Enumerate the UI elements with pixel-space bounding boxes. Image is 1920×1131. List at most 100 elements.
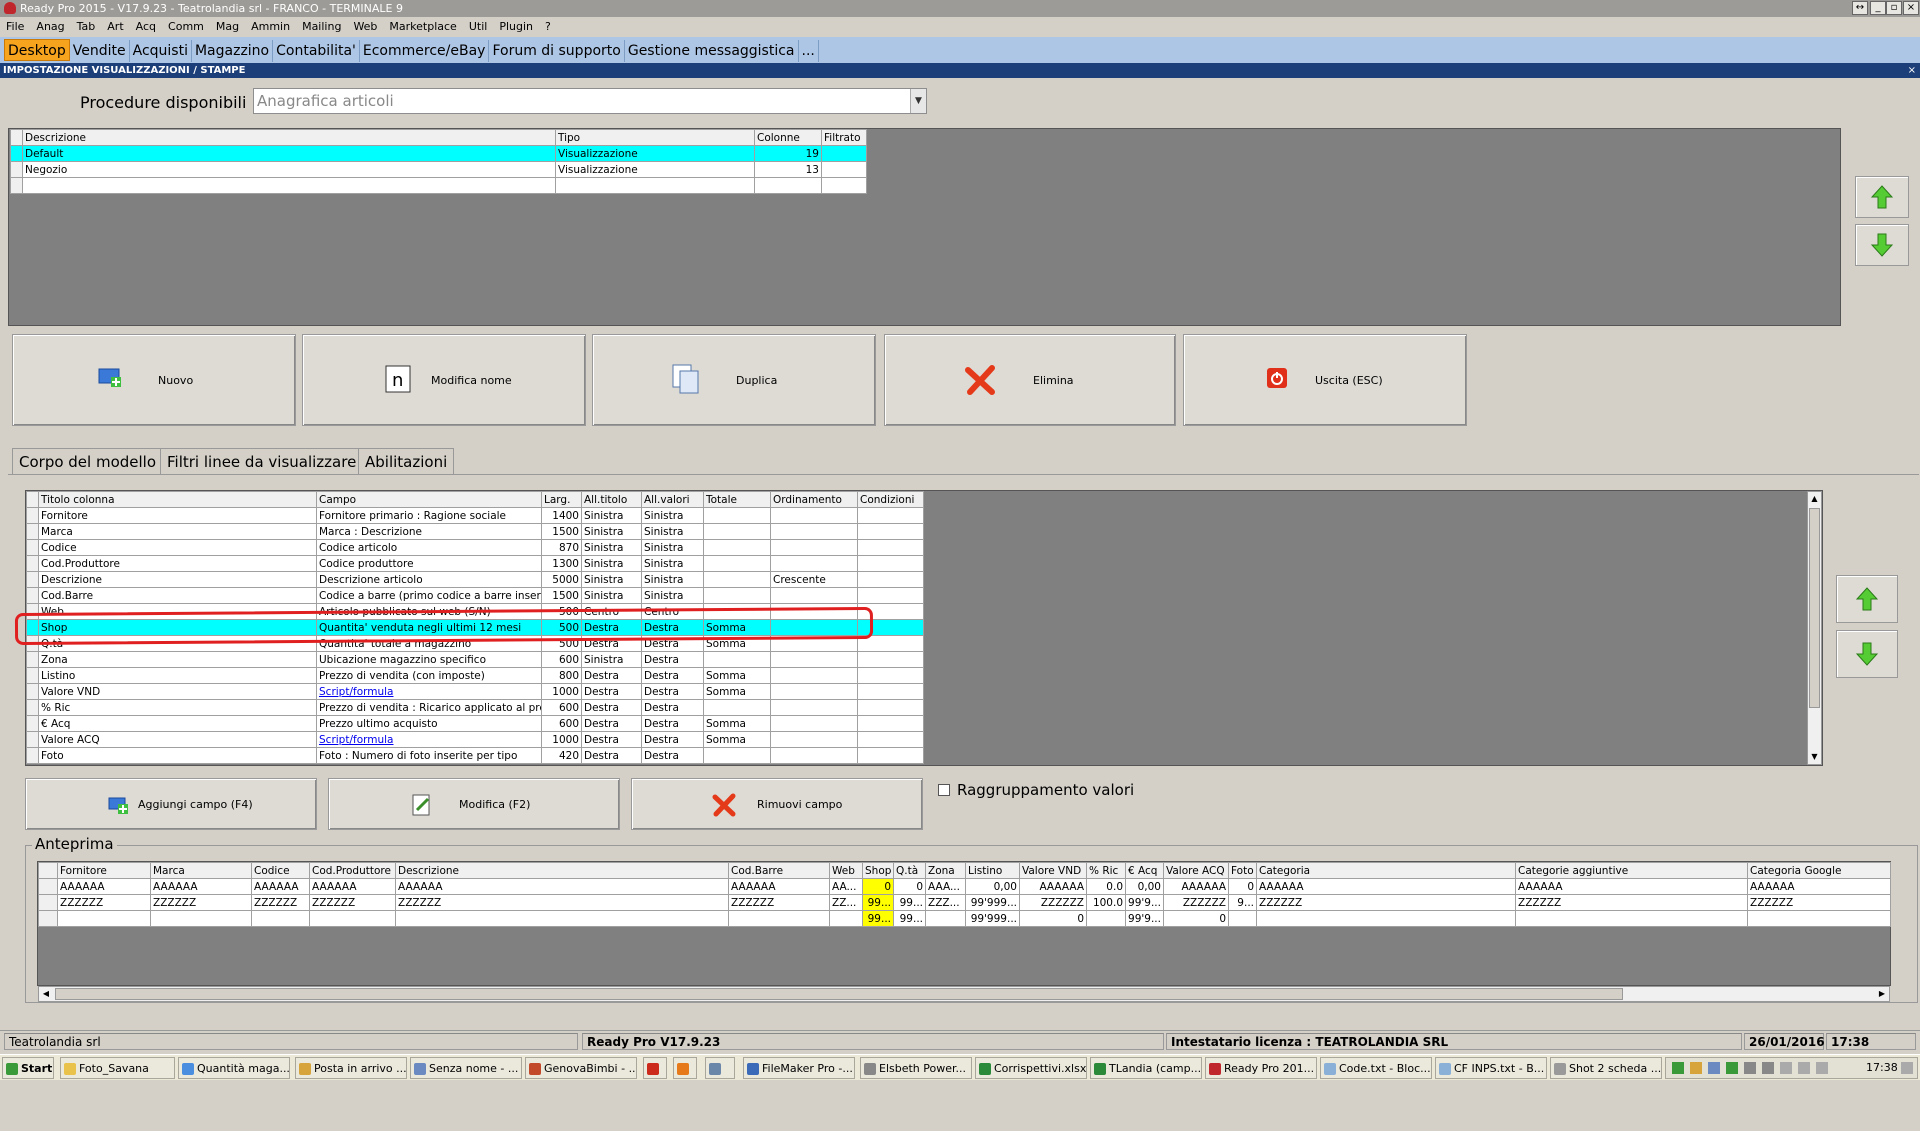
menu-item[interactable]: ?	[539, 17, 557, 37]
cell[interactable]: Marca : Descrizione	[316, 523, 542, 540]
column-header[interactable]: All.valori	[641, 491, 704, 508]
table-row[interactable]: Valore VND Script/formula 1000 Destra Destra…	[26, 683, 924, 700]
cell[interactable]	[770, 699, 858, 716]
cell[interactable]: Visualizzazione	[555, 161, 755, 178]
cell[interactable]: ZZZZZZ	[395, 894, 729, 911]
show-desktop-icon[interactable]	[1901, 1062, 1913, 1074]
cell[interactable]: Prezzo ultimo acquisto	[316, 715, 542, 732]
field-move-up-button[interactable]	[1836, 575, 1898, 623]
cell[interactable]	[770, 731, 858, 748]
tray-icon[interactable]	[1672, 1062, 1684, 1074]
cell[interactable]: Sinistra	[641, 587, 704, 604]
cell[interactable]: 99'9...	[1125, 894, 1164, 911]
cell[interactable]	[309, 910, 396, 927]
tab-acquisti[interactable]: Acquisti	[130, 40, 192, 62]
cell[interactable]: 13	[754, 161, 822, 178]
fields-vertical-scrollbar[interactable]: ▲ ▼	[1807, 491, 1822, 765]
exit-button[interactable]: Uscita (ESC)	[1183, 334, 1467, 426]
chevron-down-icon[interactable]: ▼	[910, 89, 926, 113]
cell[interactable]: 99...	[862, 894, 894, 911]
cell[interactable]	[1228, 910, 1257, 927]
column-header[interactable]: € Acq	[1125, 862, 1164, 879]
cell[interactable]: % Ric	[38, 699, 317, 716]
tab-contabilita[interactable]: Contabilita'	[273, 40, 360, 62]
table-row[interactable]: Foto Foto : Numero di foto inserite per t…	[26, 747, 924, 764]
cell[interactable]: Somma	[703, 731, 771, 748]
table-row[interactable]: Negozio Visualizzazione 13	[10, 161, 867, 178]
cell[interactable]	[770, 651, 858, 668]
column-header[interactable]: Cod.Barre	[728, 862, 830, 879]
cell[interactable]: ZZZZZZ	[251, 894, 310, 911]
cell[interactable]: Sinistra	[581, 651, 642, 668]
tab-corpo-modello[interactable]: Corpo del modello	[12, 448, 164, 474]
taskbar-item[interactable]: GenovaBimbi - ...	[525, 1057, 637, 1079]
cell[interactable]: 0.0	[1086, 878, 1126, 895]
cell[interactable]	[1256, 910, 1516, 927]
table-row[interactable]: Cod.Produttore Codice produttore 1300 Sinis…	[26, 555, 924, 572]
cell[interactable]: ZZZ...	[925, 894, 966, 911]
cell[interactable]: AAAAAA	[1019, 878, 1087, 895]
cell[interactable]: AAAAAA	[1747, 878, 1891, 895]
column-header[interactable]: Descrizione	[22, 129, 556, 146]
cell[interactable]: Listino	[38, 667, 317, 684]
cell[interactable]: Destra	[581, 699, 642, 716]
column-header[interactable]: Condizioni	[857, 491, 924, 508]
cell[interactable]: Script/formula	[316, 683, 542, 700]
cell[interactable]: Destra	[641, 683, 704, 700]
cell[interactable]	[857, 651, 924, 668]
cell[interactable]: 870	[541, 539, 582, 556]
taskbar-item[interactable]: Shot 2 scheda ...	[1550, 1057, 1662, 1079]
taskbar-item[interactable]: TLandia (camp...	[1090, 1057, 1202, 1079]
tab-ecommerce[interactable]: Ecommerce/eBay	[360, 40, 490, 62]
table-row[interactable]	[10, 177, 867, 194]
cell[interactable]: Codice a barre (primo codice a barre ins…	[316, 587, 542, 604]
cell[interactable]	[829, 910, 863, 927]
cell[interactable]	[821, 145, 867, 162]
cell[interactable]: Somma	[703, 683, 771, 700]
column-header[interactable]: Tipo	[555, 129, 755, 146]
table-row[interactable]: Default Visualizzazione 19	[10, 145, 867, 162]
table-row[interactable]: AAAAAA AAAAAA AAAAAA AAAAAA AAAAAA AAAAAA AA..…	[38, 878, 1891, 895]
column-header[interactable]: Filtrato	[821, 129, 867, 146]
table-row[interactable]: Marca Marca : Descrizione 1500 Sinistra Sini…	[26, 523, 924, 540]
cell[interactable]: 0,00	[965, 878, 1020, 895]
cell[interactable]	[770, 683, 858, 700]
cell[interactable]: AAA...	[925, 878, 966, 895]
cell[interactable]: 0	[862, 878, 894, 895]
cell[interactable]: Sinistra	[641, 507, 704, 524]
cell[interactable]: ZZZZZZ	[1256, 894, 1516, 911]
tray-icon[interactable]	[1816, 1062, 1828, 1074]
taskbar-item[interactable]: Elsbeth Power...	[860, 1057, 972, 1079]
cell[interactable]: 0	[893, 878, 926, 895]
cell[interactable]: Fornitore primario : Ragione sociale	[316, 507, 542, 524]
cell[interactable]	[770, 507, 858, 524]
cell[interactable]	[395, 910, 729, 927]
move-down-button[interactable]	[1855, 224, 1909, 266]
menu-item[interactable]: Anag	[30, 17, 70, 37]
move-up-button[interactable]	[1855, 176, 1909, 218]
cell[interactable]	[857, 715, 924, 732]
cell[interactable]: Foto : Numero di foto inserite per tipo	[316, 747, 542, 764]
cell[interactable]: 99'9...	[1125, 910, 1164, 927]
cell[interactable]	[703, 651, 771, 668]
cell[interactable]: € Acq	[38, 715, 317, 732]
cell[interactable]: Destra	[581, 667, 642, 684]
cell[interactable]: Valore ACQ	[38, 731, 317, 748]
cell[interactable]: ZZZZZZ	[150, 894, 252, 911]
tray-icon[interactable]	[1708, 1062, 1720, 1074]
taskbar-item[interactable]	[705, 1057, 735, 1079]
cell[interactable]: Codice produttore	[316, 555, 542, 572]
column-header[interactable]: Categoria Google	[1747, 862, 1891, 879]
cell[interactable]: Marca	[38, 523, 317, 540]
cell[interactable]: Codice articolo	[316, 539, 542, 556]
tab-abilitazioni[interactable]: Abilitazioni	[358, 448, 455, 474]
cell[interactable]: 1500	[541, 523, 582, 540]
cell[interactable]	[770, 523, 858, 540]
cell[interactable]: Destra	[581, 715, 642, 732]
cell[interactable]: Fornitore	[38, 507, 317, 524]
preview-horizontal-scrollbar[interactable]: ◀ ▶	[38, 986, 1890, 1002]
taskbar-item[interactable]: Senza nome - ...	[410, 1057, 522, 1079]
cell[interactable]	[821, 161, 867, 178]
cell[interactable]: Sinistra	[641, 555, 704, 572]
cell[interactable]: AAAAAA	[150, 878, 252, 895]
